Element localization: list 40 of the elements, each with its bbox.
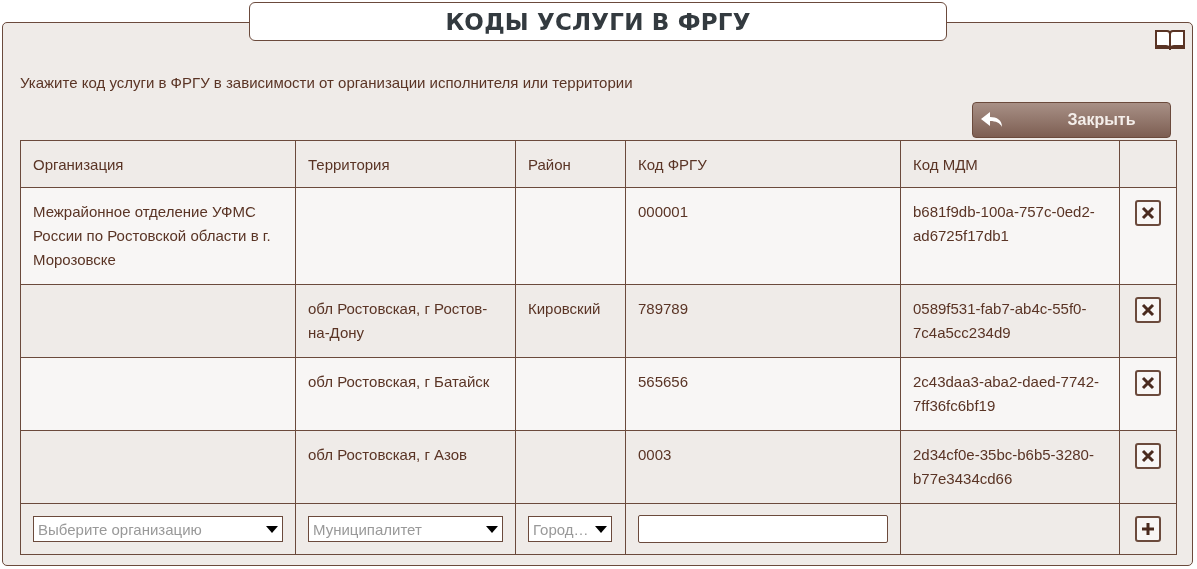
table-cell: обл Ростовская, г Ростов-на-Дону	[308, 300, 488, 341]
close-icon	[1141, 206, 1155, 220]
district-dropdown[interactable]: Город…	[528, 516, 612, 542]
table-cell: обл Ростовская, г Азов	[308, 446, 468, 463]
close-button[interactable]: Закрыть	[972, 102, 1171, 138]
code-input-field[interactable]	[638, 515, 888, 543]
column-header: Код МДМ	[900, 140, 1120, 188]
table-cell: Кировский	[528, 300, 601, 317]
delete-button[interactable]	[1135, 297, 1161, 323]
page-title: КОДЫ УСЛУГИ В ФРГУ	[445, 8, 751, 35]
table-cell: Межрайонное отделение УФМС России по Ростовской области в г. Морозовске	[33, 203, 271, 268]
table-cell: обл Ростовская, г Батайск	[308, 373, 490, 390]
close-icon	[1141, 449, 1155, 463]
delete-button[interactable]	[1135, 443, 1161, 469]
column-header: Территория	[295, 140, 516, 188]
table-cell: 789789	[638, 300, 689, 317]
delete-button[interactable]	[1135, 370, 1161, 396]
back-arrow-icon	[981, 112, 1003, 128]
table-cell: 2d34cf0e-35bc-b6b5-3280-b77e3434cd66	[913, 446, 1094, 487]
column-header: Код ФРГУ	[625, 140, 901, 188]
instruction-text: Укажите код услуги в ФРГУ в зависимости от организации исполнителя или территории	[20, 74, 634, 91]
add-button[interactable]	[1135, 516, 1161, 542]
delete-button[interactable]	[1135, 200, 1161, 226]
caret-icon	[266, 525, 278, 533]
close-icon	[1141, 303, 1155, 317]
plus-icon	[1141, 522, 1155, 536]
column-header: Организация	[20, 140, 296, 188]
table-cell: 565656	[638, 373, 689, 390]
table-cell: 0589f531-fab7-ab4c-55f0-7c4a5cc234d9	[913, 300, 1087, 341]
territory-dropdown[interactable]: Муниципалитет	[308, 516, 503, 542]
organization-dropdown[interactable]: Выберите организацию	[33, 516, 283, 542]
caret-icon	[486, 525, 498, 533]
column-header: Район	[515, 140, 626, 188]
close-icon	[1141, 376, 1155, 390]
table-cell: 0003	[638, 446, 672, 463]
book-icon[interactable]	[1154, 28, 1186, 50]
table-cell: 000001	[638, 203, 689, 220]
table-cell: b681f9db-100a-757c-0ed2-ad6725f17db1	[913, 203, 1095, 244]
table-cell: 2c43daa3-aba2-daed-7742-7ff36fc6bf19	[913, 373, 1099, 414]
caret-icon	[595, 525, 607, 533]
